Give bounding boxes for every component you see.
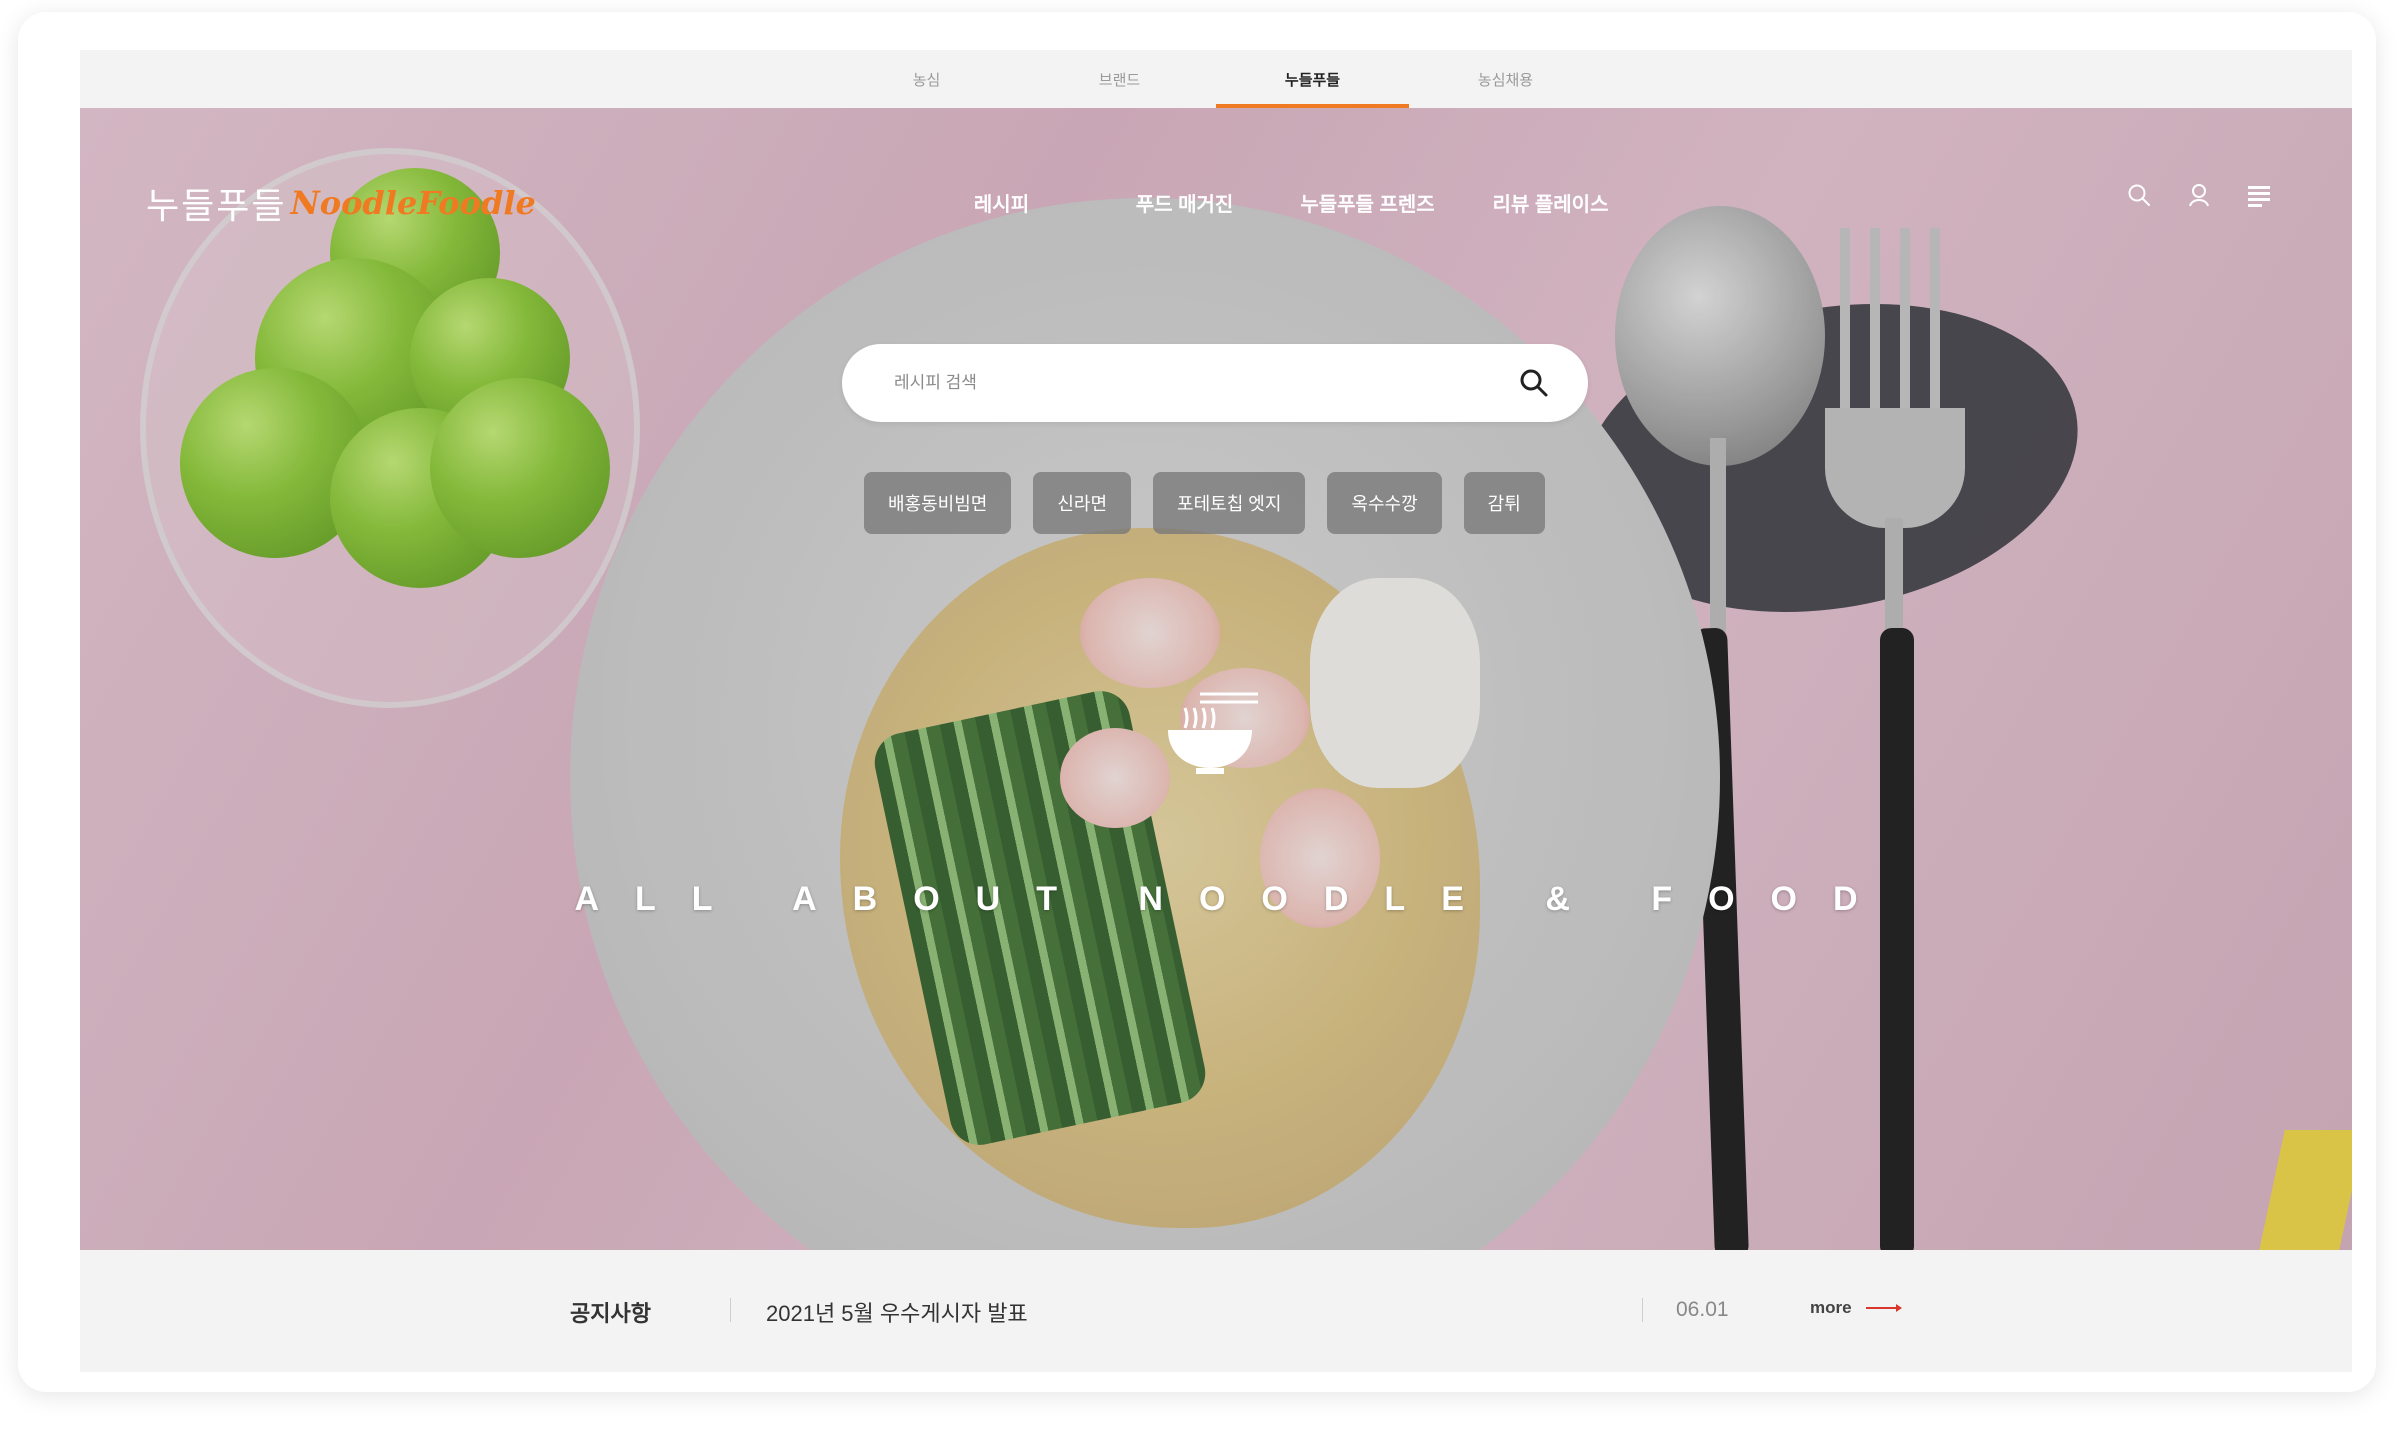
hero-section: 누들푸들 NoodleFoodle 레시피 푸드 매거진 누들푸들 프렌즈 리뷰… — [80, 108, 2352, 1250]
tab-recruit[interactable]: 농심채용 — [1409, 50, 1602, 108]
recipe-search-box — [842, 344, 1588, 422]
more-link[interactable]: more — [1810, 1298, 1902, 1318]
noodle-bowl-icon — [1168, 692, 1258, 774]
more-label: more — [1810, 1298, 1852, 1317]
notice-label: 공지사항 — [570, 1301, 651, 1326]
logo-english: NoodleFoodle — [290, 184, 536, 222]
tab-noodlefoodle[interactable]: 누들푸들 — [1216, 50, 1409, 108]
hero-slogan: ALL ABOUT NOODLE & FOOD — [574, 880, 1894, 918]
site-logo[interactable]: 누들푸들 NoodleFoodle — [146, 178, 536, 228]
tag-chip[interactable]: 감튀 — [1463, 472, 1545, 534]
utility-menu — [2126, 182, 2272, 208]
page: 농심 브랜드 누들푸들 농심채용 누들푸들 NoodleFoodle 레시피 푸… — [80, 50, 2352, 1372]
browser-frame: 농심 브랜드 누들푸들 농심채용 누들푸들 NoodleFoodle 레시피 푸… — [18, 12, 2376, 1392]
recipe-search-input[interactable] — [894, 373, 1518, 393]
nav-item-recipe[interactable]: 레시피 — [910, 188, 1093, 217]
notice-date: 06.01 — [1676, 1298, 1729, 1321]
tab-brand[interactable]: 브랜드 — [1023, 50, 1216, 108]
tab-nongshim[interactable]: 농심 — [830, 50, 1023, 108]
main-nav: 레시피 푸드 매거진 누들푸들 프렌즈 리뷰 플레이스 — [910, 188, 1642, 217]
recipe-tag-list: 배홍동비빔면 신라면 포테토칩 엣지 옥수수깡 감튀 — [864, 472, 1545, 534]
notice-title-link[interactable]: 2021년 5월 우수게시자 발표 — [766, 1296, 1028, 1328]
tag-chip[interactable]: 신라면 — [1033, 472, 1132, 534]
nav-item-food-magazine[interactable]: 푸드 매거진 — [1093, 188, 1276, 217]
search-icon[interactable] — [1518, 367, 1550, 399]
divider — [1642, 1298, 1643, 1322]
divider — [730, 1298, 731, 1322]
nav-item-review-place[interactable]: 리뷰 플레이스 — [1459, 188, 1642, 217]
brand-tab-bar: 농심 브랜드 누들푸들 농심채용 — [80, 50, 2352, 108]
hero-overlay — [80, 108, 2352, 1250]
user-icon[interactable] — [2186, 182, 2212, 208]
search-icon[interactable] — [2126, 182, 2152, 208]
tag-chip[interactable]: 포테토칩 엣지 — [1153, 472, 1306, 534]
tag-chip[interactable]: 배홍동비빔면 — [864, 472, 1012, 534]
arrow-right-icon — [1865, 1304, 1902, 1312]
menu-icon[interactable] — [2246, 182, 2272, 208]
nav-item-friends[interactable]: 누들푸들 프렌즈 — [1276, 188, 1459, 217]
notice-bar: 공지사항 2021년 5월 우수게시자 발표 06.01 more — [80, 1250, 2352, 1372]
logo-korean: 누들푸들 — [146, 185, 287, 226]
tag-chip[interactable]: 옥수수깡 — [1327, 472, 1442, 534]
